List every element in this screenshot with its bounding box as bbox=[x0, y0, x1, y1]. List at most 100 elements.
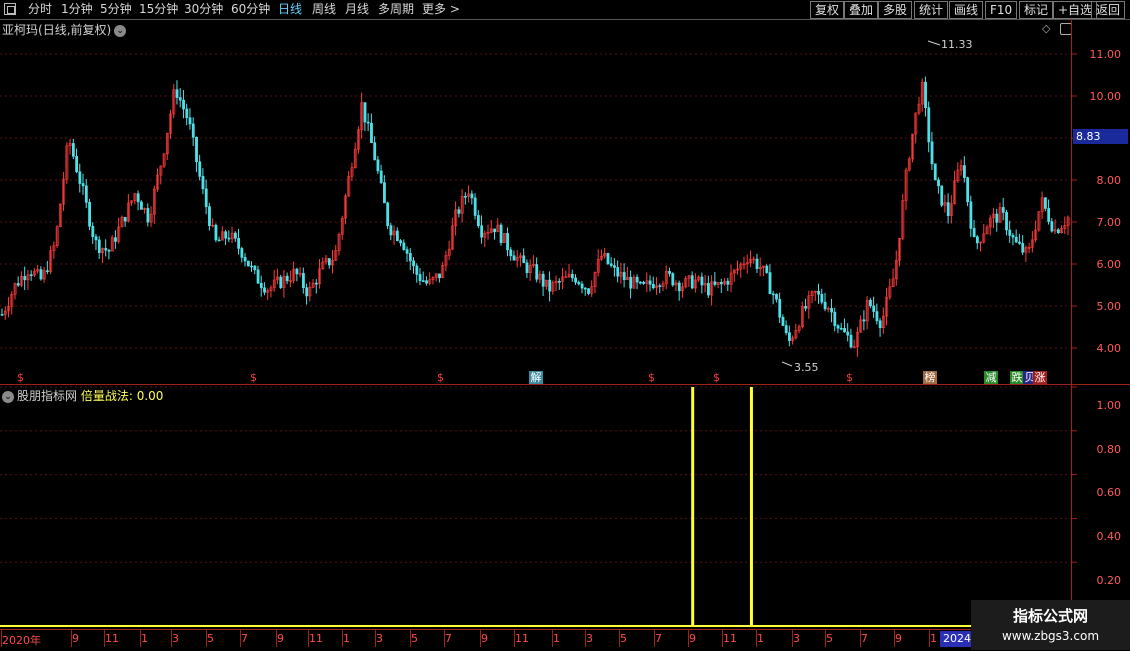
candle-body bbox=[726, 280, 730, 285]
chevron-down-icon[interactable]: ⌄ bbox=[2, 390, 14, 403]
date-tick-mark bbox=[342, 630, 343, 647]
candle-body bbox=[29, 274, 33, 276]
y-tick: 4.00 bbox=[1096, 342, 1122, 355]
dividend-marker[interactable]: $ bbox=[713, 371, 720, 384]
candle-body bbox=[175, 89, 179, 98]
candle-body bbox=[198, 161, 202, 177]
candle-body bbox=[577, 281, 581, 285]
fuquan-button[interactable]: 复权 bbox=[810, 1, 845, 19]
period-tab-monthly[interactable]: 月线 bbox=[345, 1, 369, 18]
date-tick-label: 3 bbox=[586, 632, 593, 645]
candle-body bbox=[606, 253, 610, 265]
candle-body bbox=[470, 193, 474, 199]
signal-badge-zhang[interactable]: 涨 bbox=[1033, 371, 1047, 384]
period-tab-more[interactable]: 更多 > bbox=[422, 1, 460, 18]
dividend-marker[interactable]: $ bbox=[437, 371, 444, 384]
date-tick-mark bbox=[585, 630, 586, 647]
dividend-marker[interactable]: $ bbox=[846, 371, 853, 384]
candle-body bbox=[755, 258, 759, 269]
candle-body bbox=[823, 301, 827, 310]
signal-badge-die[interactable]: 跌 bbox=[1010, 371, 1024, 384]
candle-body bbox=[279, 276, 283, 288]
period-tab-multi[interactable]: 多周期 bbox=[378, 1, 414, 18]
candle-body bbox=[405, 249, 409, 254]
candle-body bbox=[839, 327, 843, 330]
signal-badge-bang[interactable]: 榜 bbox=[923, 371, 937, 384]
mark-button[interactable]: 标记 bbox=[1019, 1, 1054, 19]
candle-body bbox=[1001, 207, 1005, 213]
y-tick: 6.00 bbox=[1096, 258, 1122, 271]
candle-body bbox=[366, 121, 370, 124]
candle-body bbox=[295, 268, 299, 275]
candle-body bbox=[16, 283, 20, 286]
candle-body bbox=[963, 165, 966, 178]
window-toggle-icon[interactable] bbox=[4, 3, 16, 15]
candle-body bbox=[846, 331, 850, 336]
candle-body bbox=[237, 237, 241, 249]
candle-body bbox=[402, 242, 406, 250]
period-tab-15min[interactable]: 15分钟 bbox=[139, 1, 178, 18]
multi-stock-button[interactable]: 多股 bbox=[878, 1, 913, 19]
candle-body bbox=[214, 224, 218, 241]
signal-badge-jie[interactable]: 解 bbox=[529, 371, 543, 384]
candle-body bbox=[836, 325, 840, 329]
candle-body bbox=[1050, 221, 1054, 232]
candle-body bbox=[185, 108, 189, 119]
candle-body bbox=[781, 316, 785, 326]
candle-body bbox=[250, 265, 253, 268]
date-tick-mark bbox=[140, 630, 141, 647]
candle-body bbox=[201, 176, 205, 190]
candle-body bbox=[583, 287, 587, 290]
dividend-marker[interactable]: $ bbox=[250, 371, 257, 384]
watermark-url: www.zbgs3.com bbox=[1001, 629, 1100, 643]
candle-body bbox=[875, 311, 879, 322]
candle-body bbox=[658, 285, 662, 287]
indicator-bar bbox=[691, 387, 695, 626]
candle-body bbox=[114, 237, 117, 242]
period-tab-5min[interactable]: 5分钟 bbox=[100, 1, 132, 18]
period-tab-fenshi[interactable]: 分时 bbox=[28, 1, 52, 18]
candle-body bbox=[224, 231, 228, 239]
stats-button[interactable]: 统计 bbox=[914, 1, 949, 19]
date-tick-mark bbox=[104, 630, 105, 647]
date-tick-mark bbox=[552, 630, 553, 647]
draw-line-button[interactable]: 画线 bbox=[949, 1, 984, 19]
candle-body bbox=[91, 225, 95, 238]
candle-body bbox=[240, 248, 244, 258]
period-tab-60min[interactable]: 60分钟 bbox=[231, 1, 270, 18]
candle-body bbox=[940, 185, 944, 206]
candle-body bbox=[574, 277, 578, 283]
candle-body bbox=[512, 255, 516, 261]
signal-badge-jian[interactable]: 减 bbox=[984, 371, 998, 384]
overlay-button[interactable]: 叠加 bbox=[844, 1, 879, 19]
date-tick-mark bbox=[240, 630, 241, 647]
dividend-marker[interactable]: $ bbox=[648, 371, 655, 384]
date-tick-label: 5 bbox=[620, 632, 627, 645]
candle-body bbox=[259, 283, 263, 289]
date-tick-label: 11 bbox=[515, 632, 529, 645]
candle-body bbox=[136, 193, 140, 203]
date-tick-label: 3 bbox=[172, 632, 179, 645]
y-tick: 11.00 bbox=[1089, 48, 1122, 61]
candle-body bbox=[927, 107, 931, 143]
period-tab-weekly[interactable]: 周线 bbox=[312, 1, 336, 18]
candle-body bbox=[775, 293, 778, 300]
candle-body bbox=[580, 283, 584, 289]
candle-body bbox=[457, 209, 461, 214]
candle-body bbox=[425, 280, 428, 284]
back-button[interactable]: 返回 bbox=[1091, 1, 1126, 19]
candle-body bbox=[872, 305, 876, 312]
period-tab-1min[interactable]: 1分钟 bbox=[61, 1, 93, 18]
period-tab-30min[interactable]: 30分钟 bbox=[184, 1, 223, 18]
date-tick-label: 9 bbox=[481, 632, 488, 645]
period-tab-daily[interactable]: 日线 bbox=[278, 1, 302, 18]
candle-body bbox=[765, 265, 769, 273]
dividend-marker[interactable]: $ bbox=[17, 371, 24, 384]
candle-body bbox=[820, 293, 824, 303]
f10-button[interactable]: F10 bbox=[985, 1, 1018, 19]
candle-body bbox=[88, 202, 91, 227]
current-price-badge: 8.83 bbox=[1073, 129, 1128, 144]
candle-body bbox=[817, 290, 821, 295]
date-tick-mark bbox=[894, 630, 895, 647]
date-tick-label: 5 bbox=[411, 632, 418, 645]
